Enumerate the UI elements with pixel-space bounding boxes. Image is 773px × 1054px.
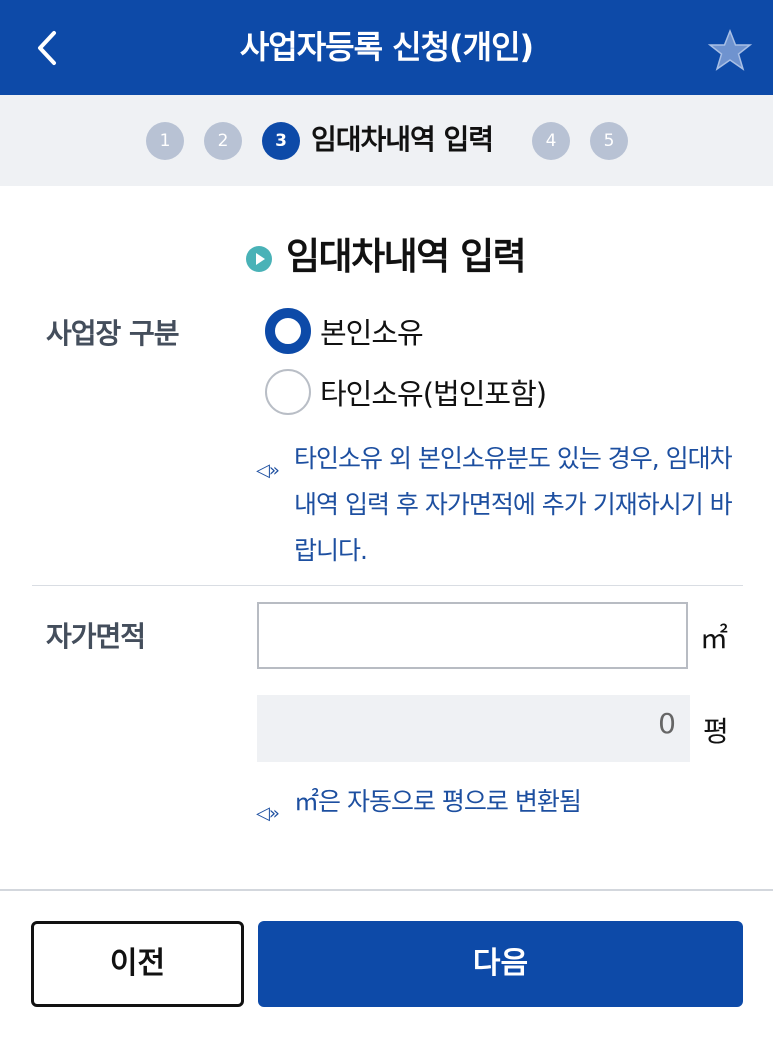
step-1: 1 xyxy=(146,122,184,160)
own-area-label: 자가면적 xyxy=(46,620,146,653)
business-place-label: 사업장 구분 xyxy=(46,317,180,350)
step-3-current: 3 xyxy=(262,122,300,160)
favorite-button[interactable] xyxy=(707,28,753,74)
step-5: 5 xyxy=(590,122,628,160)
play-bullet-icon xyxy=(246,246,272,272)
business-place-note-text: 타인소유 외 본인소유분도 있는 경우, 임대차내역 입력 후 자가면적에 추가… xyxy=(294,444,733,565)
prev-button[interactable]: 이전 xyxy=(31,921,244,1007)
star-icon xyxy=(707,28,753,71)
step-2: 2 xyxy=(204,122,242,160)
area-note: ◁» ㎡은 자동으로 평으로 변환됨 xyxy=(256,779,736,825)
speaker-icon: ◁» xyxy=(256,803,280,824)
own-area-input[interactable] xyxy=(257,602,688,669)
speaker-icon: ◁» xyxy=(256,460,280,481)
next-button[interactable]: 다음 xyxy=(258,921,743,1007)
business-place-note: ◁» 타인소유 외 본인소유분도 있는 경우, 임대차내역 입력 후 자가면적에… xyxy=(256,436,736,574)
pyeong-display: 0 xyxy=(257,695,690,762)
current-step-label: 임대차내역 입력 xyxy=(311,123,494,156)
radio-other[interactable] xyxy=(265,369,311,415)
step-indicator: 1 2 3 임대차내역 입력 4 5 xyxy=(0,95,773,186)
area-note-text: ㎡은 자동으로 평으로 변환됨 xyxy=(294,787,582,816)
unit-pyeong: 평 xyxy=(703,715,729,748)
radio-own-label[interactable]: 본인소유 xyxy=(320,310,424,352)
footer-divider xyxy=(0,889,773,891)
unit-m2: ㎡ xyxy=(700,622,729,655)
page-title: 사업자등록 신청(개인) xyxy=(239,28,534,66)
app-header: 사업자등록 신청(개인) xyxy=(0,0,773,95)
radio-checked-icon xyxy=(265,308,311,354)
section-title: 임대차내역 입력 xyxy=(286,235,527,278)
radio-unchecked-icon xyxy=(265,369,311,415)
step-4: 4 xyxy=(532,122,570,160)
radio-other-label[interactable]: 타인소유(법인포함) xyxy=(320,371,547,413)
radio-own[interactable] xyxy=(265,308,311,354)
divider xyxy=(32,585,743,586)
pyeong-value: 0 xyxy=(658,707,676,740)
